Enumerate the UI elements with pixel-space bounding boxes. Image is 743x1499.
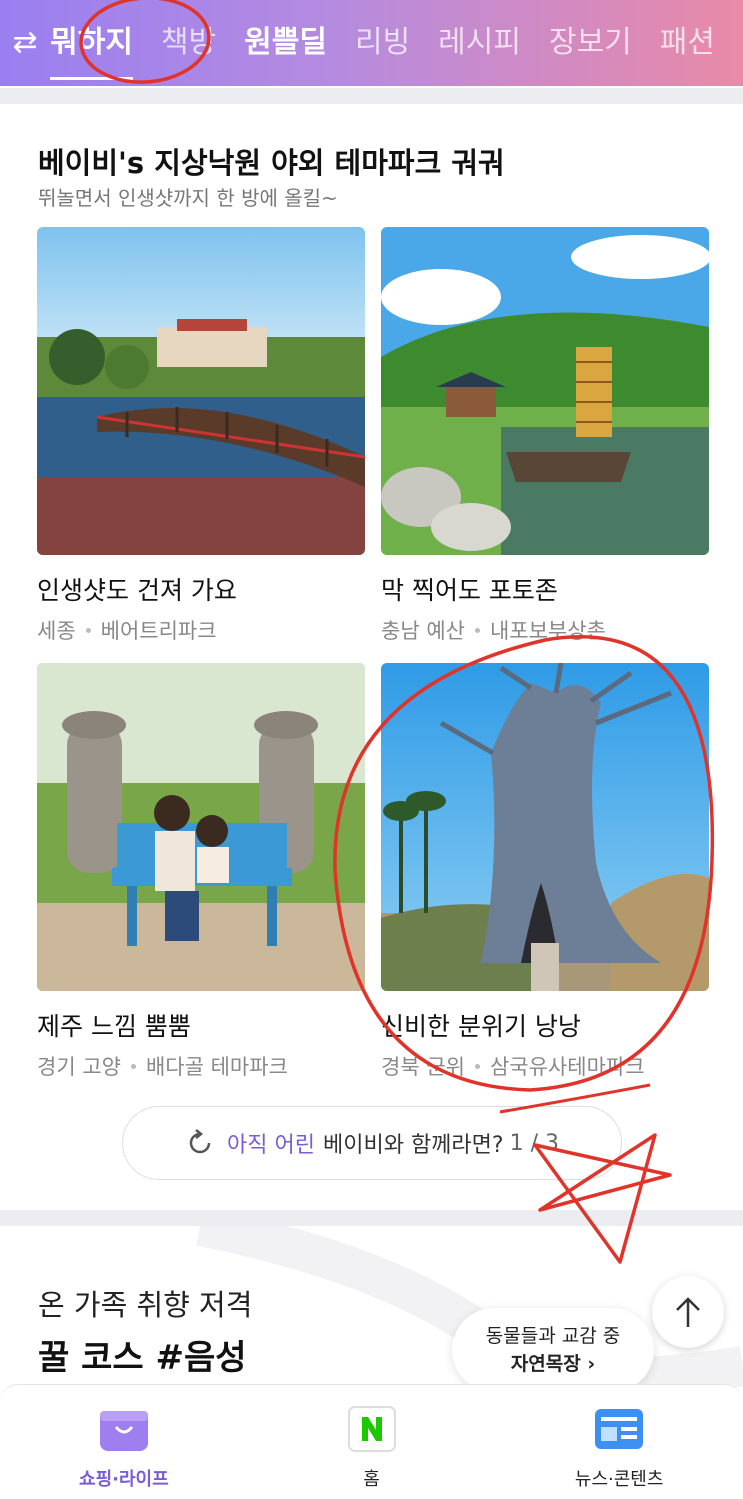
bottom-nav-news[interactable]: 뉴스·콘텐츠 [495, 1385, 743, 1499]
card-location: 경북 군위 삼국유사테마파크 [381, 1051, 709, 1081]
arrow-up-icon [676, 1297, 700, 1327]
news-icon [595, 1409, 644, 1449]
card-region: 충남 예산 [381, 619, 465, 643]
section-title: 베이비's 지상낙원 야외 테마파크 궈궈 [38, 146, 505, 180]
card-location: 충남 예산 내포보부상촌 [381, 615, 709, 645]
card-title: 막 찍어도 포토존 [381, 576, 558, 605]
separator-dot [474, 627, 480, 633]
more-label: 베이비와 함께라면? [322, 1133, 504, 1158]
separator-dot [130, 1063, 136, 1069]
card-title: 인생샷도 건져 가요 [37, 576, 237, 605]
card-location: 세종 베어트리파크 [37, 615, 365, 645]
card-location: 경기 고양 배다골 테마파크 [37, 1051, 365, 1081]
card-title: 제주 느낌 뿜뿜 [37, 1012, 191, 1041]
card-place: 삼국유사테마파크 [489, 1055, 645, 1079]
tab-what-to-do[interactable]: 뭐하지 [50, 0, 133, 86]
place-photo-stone-grandfathers-bench [37, 663, 365, 991]
naver-n-icon [347, 1406, 396, 1452]
section-divider [0, 1210, 743, 1226]
card-region: 경기 고양 [37, 1055, 121, 1079]
swap-icon[interactable]: ⇄ [0, 0, 50, 86]
place-card[interactable]: 제주 느낌 뿜뿜 경기 고양 배다골 테마파크 [37, 663, 365, 1081]
section-subtitle: 뛰놀면서 인생샷까지 한 방에 올킬~ [38, 186, 338, 210]
bottom-nav-shopping[interactable]: 쇼핑·라이프 [0, 1385, 248, 1499]
course-tag-pill[interactable]: 동물들과 교감 중 자연목장 › [452, 1308, 654, 1392]
refresh-more-button[interactable]: 아직 어린 베이비와 함께라면? 1 / 3 [122, 1106, 622, 1180]
theme-park-section: 베이비's 지상낙원 야외 테마파크 궈궈 뛰놀면서 인생샷까지 한 방에 올킬… [0, 104, 743, 1206]
tab-recipe[interactable]: 레시피 [438, 0, 521, 86]
card-place: 배다골 테마파크 [145, 1055, 288, 1079]
tab-bookstore[interactable]: 책방 [161, 0, 216, 86]
pill-line2: 자연목장 › [510, 1353, 596, 1375]
separator-dot [474, 1063, 480, 1069]
top-nav: ⇄ 뭐하지 책방 원쁠딜 리빙 레시피 장보기 패션 [0, 0, 743, 86]
separator-dot [85, 627, 91, 633]
card-region: 세종 [37, 619, 76, 643]
place-card[interactable]: 인생샷도 건져 가요 세종 베어트리파크 [37, 227, 365, 645]
course-kicker: 온 가족 취향 저격 [38, 1288, 253, 1322]
section-divider [0, 88, 743, 104]
place-photo-pagoda-boat [381, 227, 709, 555]
place-photo-bridge [37, 227, 365, 555]
card-place: 베어트리파크 [100, 619, 217, 643]
bottom-nav: 쇼핑·라이프 홈 뉴스·콘텐츠 [0, 1384, 743, 1499]
bottom-nav-label: 쇼핑·라이프 [79, 1469, 169, 1490]
card-region: 경북 군위 [381, 1055, 465, 1079]
tab-groceries[interactable]: 장보기 [549, 0, 632, 86]
bottom-nav-home[interactable]: 홈 [248, 1385, 496, 1499]
place-photo-giant-tree [381, 663, 709, 991]
bottom-nav-label: 뉴스·콘텐츠 [574, 1469, 664, 1490]
more-accent-text: 아직 어린 [227, 1133, 315, 1158]
card-place: 내포보부상촌 [489, 619, 606, 643]
place-card[interactable]: 막 찍어도 포토존 충남 예산 내포보부상촌 [381, 227, 709, 645]
shopping-bag-icon [99, 1411, 148, 1451]
tab-fashion[interactable]: 패션 [660, 0, 715, 86]
card-title: 신비한 분위기 낭낭 [381, 1012, 581, 1041]
bottom-nav-label: 홈 [363, 1469, 380, 1490]
tab-one-plus-deal[interactable]: 원쁠딜 [244, 0, 327, 86]
tab-living[interactable]: 리빙 [355, 0, 410, 86]
course-title: 꿀 코스 #음성 [38, 1338, 247, 1378]
pill-line1: 동물들과 교감 중 [485, 1325, 621, 1347]
page-indicator: 1 / 3 [509, 1130, 559, 1156]
scroll-to-top-button[interactable] [652, 1276, 724, 1348]
refresh-icon [189, 1129, 211, 1154]
place-card[interactable]: 신비한 분위기 낭낭 경북 군위 삼국유사테마파크 [381, 663, 709, 1081]
